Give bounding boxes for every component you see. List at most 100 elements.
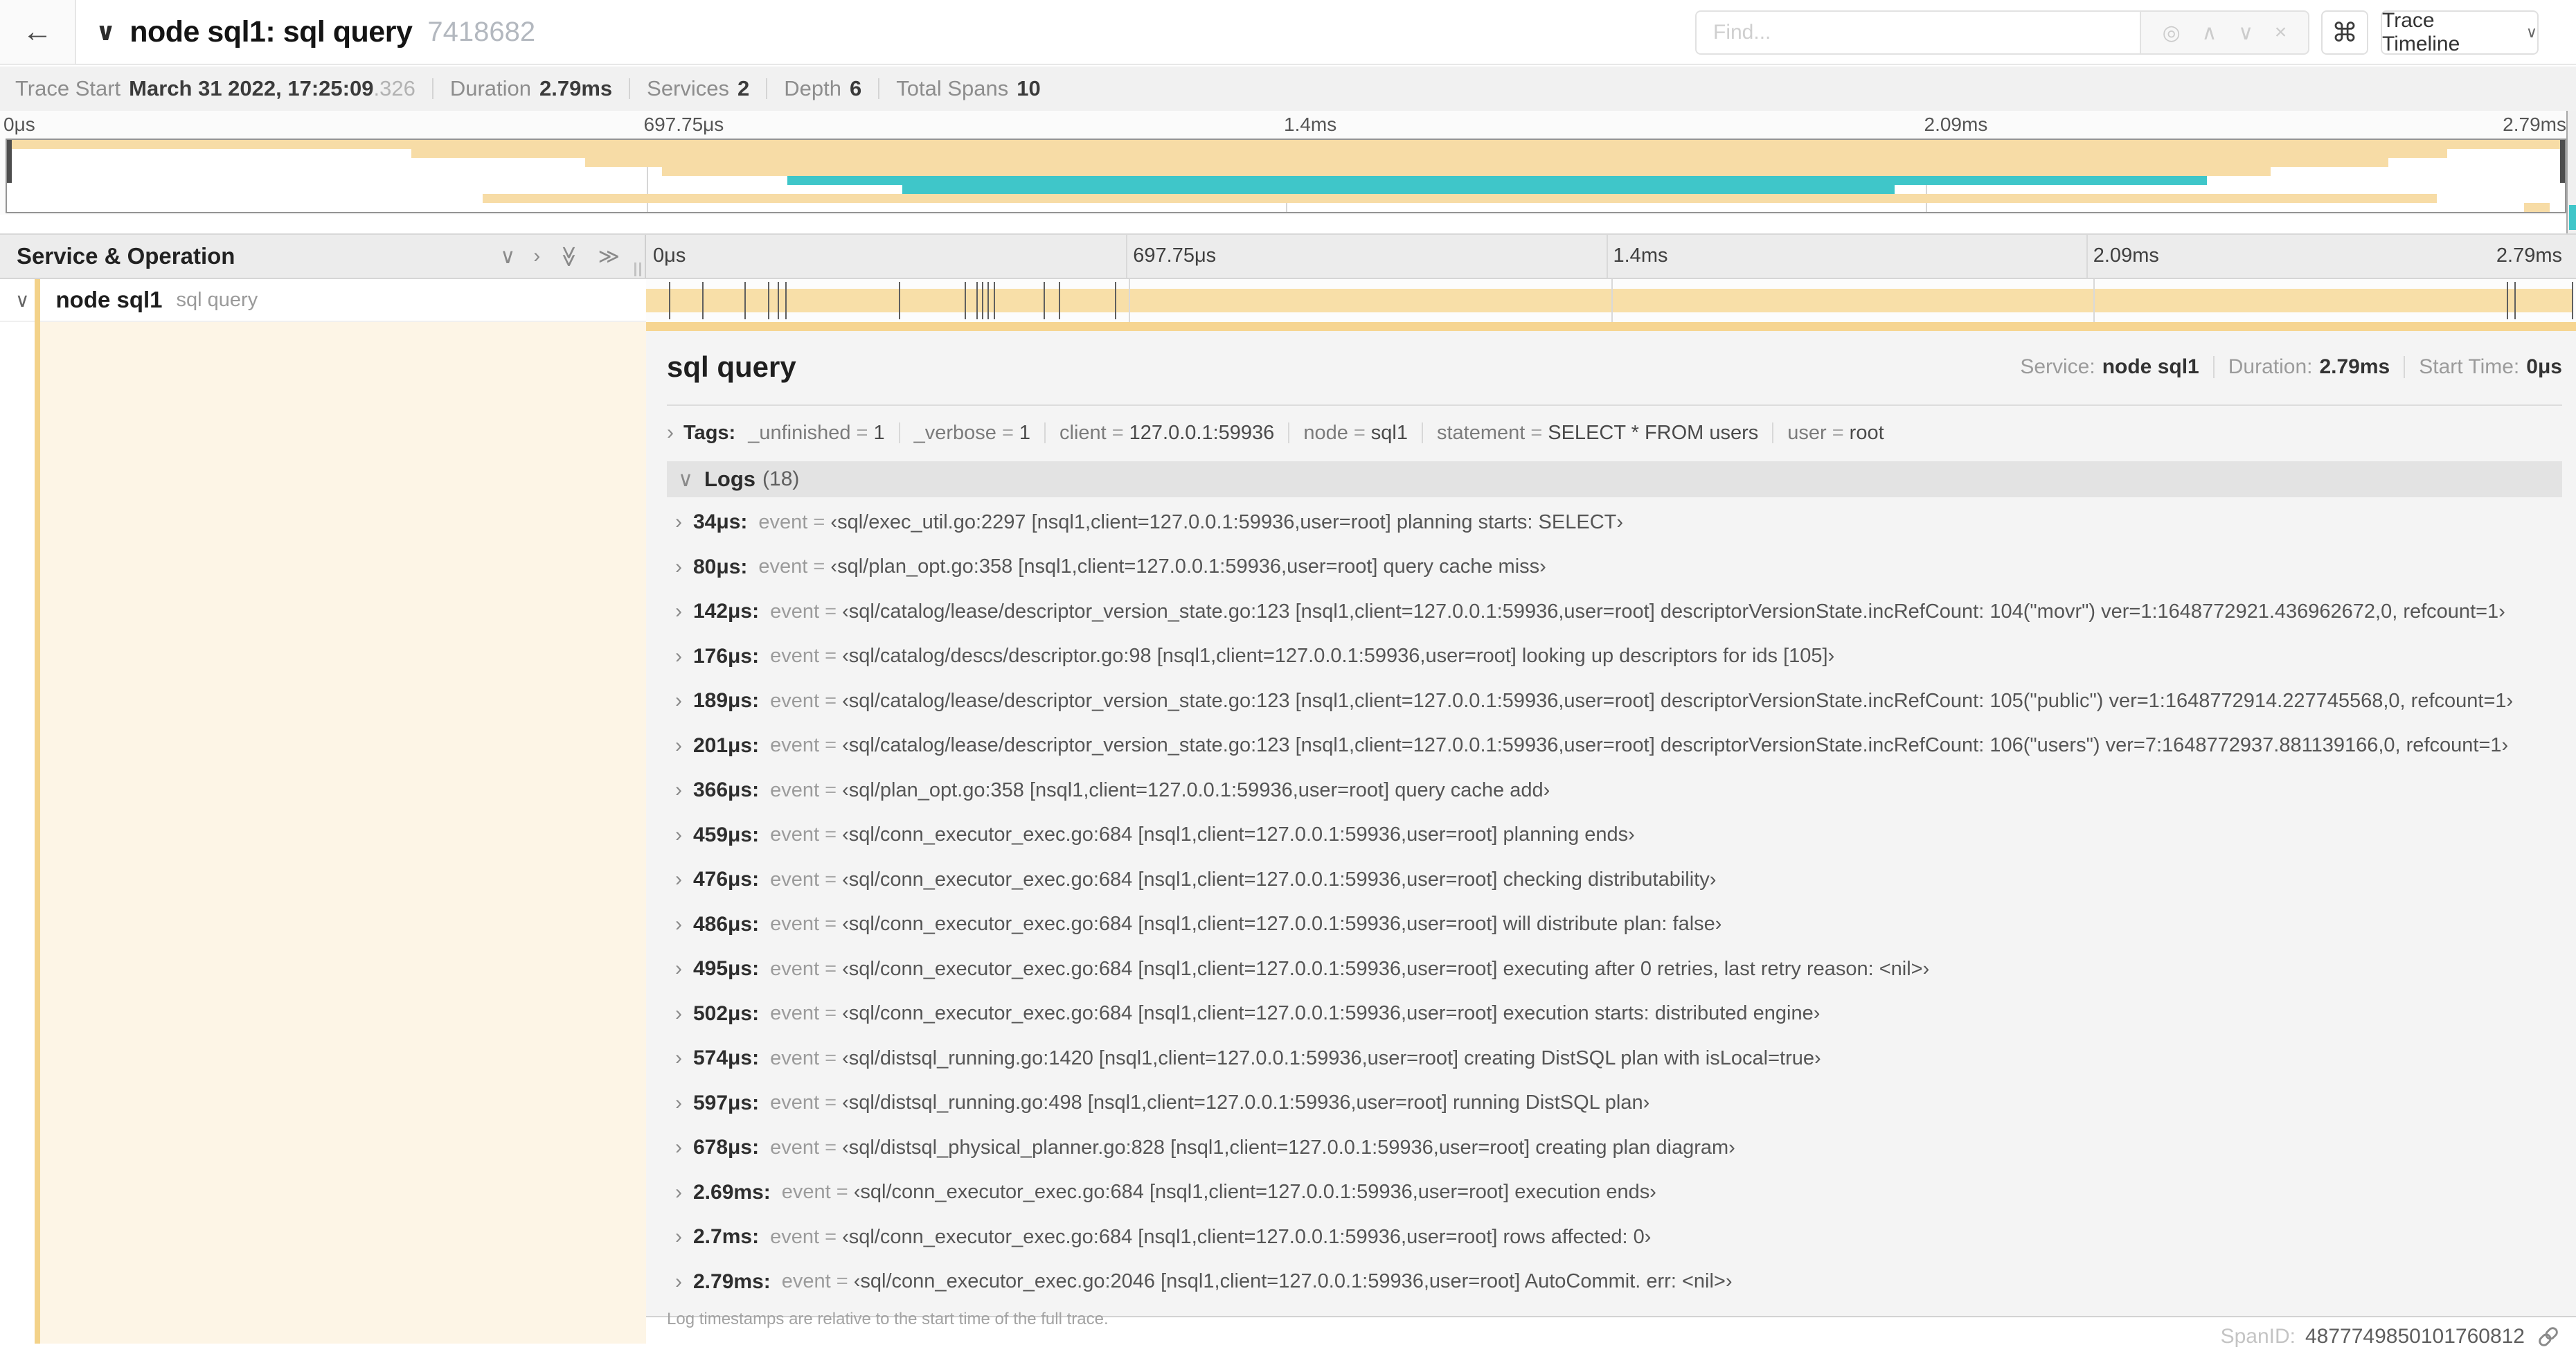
log-row[interactable]: › 142μs: event = ‹sql/catalog/lease/descri… bbox=[667, 589, 2562, 634]
log-tick bbox=[1115, 282, 1117, 319]
chevron-down-icon[interactable]: ∨ bbox=[678, 467, 693, 492]
chevron-right-icon[interactable]: › bbox=[675, 510, 682, 534]
log-message: event = ‹sql/exec_util.go:2297 [nsql1,cl… bbox=[758, 511, 1623, 534]
collapse-all-icon[interactable]: ≫ bbox=[557, 245, 581, 267]
tag-value: 127.0.0.1:59936 bbox=[1129, 421, 1275, 444]
chevron-right-icon[interactable]: › bbox=[675, 600, 682, 623]
log-row[interactable]: › 176μs: event = ‹sql/catalog/descs/descri… bbox=[667, 634, 2562, 679]
log-row[interactable]: › 2.69ms: event = ‹sql/conn_executor_exec.… bbox=[667, 1170, 2562, 1215]
log-row[interactable]: › 201μs: event = ‹sql/catalog/lease/descri… bbox=[667, 724, 2562, 769]
log-row[interactable]: › 366μs: event = ‹sql/plan_opt.go:358 [nsq… bbox=[667, 768, 2562, 813]
span-row-label[interactable]: ∨ node sql1 sql query bbox=[0, 279, 646, 322]
chevron-right-icon[interactable]: › bbox=[675, 1136, 682, 1159]
keyboard-shortcuts-button[interactable]: ⌘ bbox=[2321, 10, 2368, 55]
tag-value: sql1 bbox=[1370, 421, 1408, 444]
locate-icon[interactable]: ◎ bbox=[2163, 21, 2181, 45]
chevron-right-icon[interactable]: › bbox=[675, 913, 682, 936]
equals-sign: = bbox=[819, 689, 843, 712]
chevron-right-icon[interactable]: › bbox=[675, 1046, 682, 1070]
trace-view-dropdown[interactable]: Trace Timeline ∨ bbox=[2381, 9, 2539, 55]
log-timestamp: 476μs: bbox=[693, 868, 760, 891]
chevron-right-icon[interactable]: › bbox=[675, 957, 682, 981]
chevron-right-icon[interactable]: › bbox=[675, 868, 682, 891]
next-match-icon[interactable]: ∨ bbox=[2238, 21, 2253, 45]
chevron-right-icon[interactable]: › bbox=[675, 1092, 682, 1115]
log-field-value: ‹sql/conn_executor_exec.go:684 [nsql1,cl… bbox=[853, 1181, 1656, 1204]
minimap-canvas[interactable] bbox=[6, 139, 2566, 213]
log-timestamp: 495μs: bbox=[693, 957, 760, 981]
tag-value: 1 bbox=[873, 421, 885, 444]
tags-label[interactable]: Tags: bbox=[683, 422, 735, 445]
log-row[interactable]: › 189μs: event = ‹sql/catalog/lease/descri… bbox=[667, 679, 2562, 724]
timeline-tick-header: 0μs 697.75μs 1.4ms 2.09ms 2.79ms bbox=[646, 235, 2566, 278]
log-row[interactable]: › 597μs: event = ‹sql/distsql_running.go:4… bbox=[667, 1081, 2562, 1126]
chevron-right-icon[interactable]: › bbox=[675, 1225, 682, 1249]
log-row[interactable]: › 2.79ms: event = ‹sql/conn_executor_exec.… bbox=[667, 1260, 2562, 1305]
log-row[interactable]: › 80μs: event = ‹sql/plan_opt.go:358 [nsql… bbox=[667, 545, 2562, 590]
chevron-right-icon[interactable]: › bbox=[675, 689, 682, 713]
viewport-left-handle[interactable] bbox=[7, 140, 12, 183]
log-row[interactable]: › 34μs: event = ‹sql/exec_util.go:2297 [ns… bbox=[667, 500, 2562, 545]
log-row[interactable]: › 574μs: event = ‹sql/distsql_running.go:1… bbox=[667, 1036, 2562, 1081]
chevron-right-icon[interactable]: › bbox=[667, 421, 674, 445]
expand-one-icon[interactable]: › bbox=[533, 244, 540, 268]
log-row[interactable]: › 2.7ms: event = ‹sql/conn_executor_exec.g… bbox=[667, 1215, 2562, 1260]
collapse-one-icon[interactable]: ∨ bbox=[500, 244, 515, 269]
log-row[interactable]: › 678μs: event = ‹sql/distsql_physical_pla… bbox=[667, 1125, 2562, 1170]
tags-row[interactable]: › Tags: _unfinished = 1 _verbose = 1 client = 12… bbox=[667, 421, 2562, 445]
log-tick bbox=[777, 282, 779, 319]
meta-value: 2.79ms bbox=[2319, 355, 2390, 378]
chevron-down-icon: ∨ bbox=[2525, 24, 2537, 41]
expand-all-icon[interactable]: ≫ bbox=[598, 244, 620, 269]
tag-pair: node = sql1 bbox=[1303, 422, 1408, 445]
equals-sign: = bbox=[819, 913, 843, 936]
divider bbox=[431, 78, 433, 99]
log-message: event = ‹sql/catalog/lease/descriptor_ve… bbox=[770, 690, 2513, 713]
log-timestamp: 486μs: bbox=[693, 912, 760, 936]
trace-view-label: Trace Timeline bbox=[2382, 9, 2460, 55]
chevron-right-icon[interactable]: › bbox=[675, 734, 682, 758]
summary-item: Depth 6 bbox=[784, 76, 861, 101]
chevron-right-icon[interactable]: › bbox=[675, 823, 682, 847]
summary-item: Services 2 bbox=[647, 76, 749, 101]
log-row[interactable]: › 476μs: event = ‹sql/conn_executor_exec.g… bbox=[667, 857, 2562, 902]
page-title: node sql1: sql query bbox=[129, 15, 413, 48]
log-row[interactable]: › 502μs: event = ‹sql/conn_executor_exec.g… bbox=[667, 992, 2562, 1037]
log-row[interactable]: › 459μs: event = ‹sql/conn_executor_exec.g… bbox=[667, 813, 2562, 858]
chevron-right-icon[interactable]: › bbox=[675, 1270, 682, 1294]
link-icon[interactable] bbox=[2536, 1324, 2561, 1349]
find-input[interactable] bbox=[1695, 10, 2140, 55]
viewport-right-handle[interactable] bbox=[2560, 140, 2565, 183]
chevron-right-icon[interactable]: › bbox=[675, 645, 682, 668]
clear-search-icon[interactable]: × bbox=[2275, 21, 2287, 44]
log-tick bbox=[899, 282, 901, 319]
tag-key: user bbox=[1787, 421, 1827, 444]
prev-match-icon[interactable]: ∧ bbox=[2202, 21, 2217, 45]
tag-value: 1 bbox=[1019, 421, 1031, 444]
span-operation-name: sql query bbox=[176, 288, 258, 311]
equals-sign: = bbox=[819, 734, 843, 757]
chevron-right-icon[interactable]: › bbox=[675, 1181, 682, 1204]
tick-label: 2.79ms bbox=[2496, 244, 2562, 267]
chevron-right-icon[interactable]: › bbox=[675, 1002, 682, 1026]
log-tick bbox=[2514, 282, 2516, 319]
chevron-down-icon[interactable]: ∨ bbox=[15, 289, 30, 312]
tick-label: 2.79ms bbox=[2503, 114, 2566, 135]
tick-label: 2.09ms bbox=[2093, 244, 2159, 267]
span-duration-bar[interactable] bbox=[646, 289, 2573, 312]
chevron-right-icon[interactable]: › bbox=[675, 555, 682, 579]
span-timeline-track[interactable] bbox=[646, 279, 2576, 322]
log-message: event = ‹sql/conn_executor_exec.go:2046 … bbox=[782, 1270, 1733, 1293]
tick-label: 2.09ms bbox=[1924, 114, 1988, 135]
log-row[interactable]: › 486μs: event = ‹sql/conn_executor_exec.g… bbox=[667, 902, 2562, 947]
log-timestamp: 80μs: bbox=[693, 555, 748, 578]
chevron-down-icon[interactable]: ∨ bbox=[96, 17, 116, 46]
meta-label: Service: bbox=[2020, 355, 2095, 378]
meta-value: 0μs bbox=[2526, 355, 2562, 378]
log-row[interactable]: › 495μs: event = ‹sql/conn_executor_exec.g… bbox=[667, 947, 2562, 992]
column-resize-grip[interactable] bbox=[634, 262, 641, 276]
equals-sign: = bbox=[819, 1092, 843, 1114]
logs-section-header[interactable]: ∨ Logs (18) bbox=[667, 461, 2562, 497]
chevron-right-icon[interactable]: › bbox=[675, 778, 682, 802]
back-button[interactable]: ← bbox=[0, 0, 76, 64]
